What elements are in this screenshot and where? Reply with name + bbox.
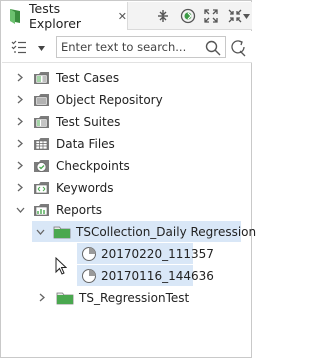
panel-header: Tests Explorer ✕ (2, 1, 252, 31)
tree-item-label: 20170116_144636 (101, 268, 214, 283)
collection-folder-icon (53, 224, 71, 240)
report-pie-icon (81, 246, 97, 262)
chevron-down-icon[interactable] (14, 204, 26, 216)
tree-item-label: Data Files (56, 136, 115, 151)
test-suites-folder-icon (32, 114, 50, 130)
tree-item-report-20170116-144636[interactable]: 20170116_144636 (77, 265, 214, 286)
tests-explorer-panel: Tests Explorer ✕ Enter text to search...… (0, 0, 256, 358)
tab-title: Tests Explorer (29, 1, 82, 31)
keywords-folder-icon (32, 180, 50, 196)
tree-item-object-repository[interactable]: Object Repository (14, 89, 163, 110)
object-repository-folder-icon (32, 92, 50, 108)
tree-item-label: Checkpoints (56, 158, 130, 173)
chevron-right-icon[interactable] (14, 116, 26, 128)
chevron-right-icon[interactable] (14, 94, 26, 106)
tree-item-checkpoints[interactable]: Checkpoints (14, 155, 130, 176)
reports-folder-icon (32, 202, 50, 218)
test-cases-folder-icon (32, 70, 50, 86)
suite-folder-icon (56, 290, 74, 306)
tree-item-label: Test Cases (56, 70, 120, 85)
tree-item-data-files[interactable]: Data Files (14, 133, 115, 154)
filter-list-icon[interactable] (10, 39, 28, 55)
search-input[interactable] (56, 36, 226, 58)
tree-item-label: Object Repository (56, 92, 163, 107)
search-toolbar (2, 31, 252, 63)
chevron-right-icon[interactable] (14, 72, 26, 84)
tree-item-label: 20170220_111357 (101, 246, 214, 261)
tree-item-label: Reports (56, 202, 103, 217)
data-files-folder-icon (32, 136, 50, 152)
tree-item-ts-regressiontest[interactable]: TS_RegressionTest (36, 287, 189, 308)
filter-dropdown-icon[interactable] (36, 44, 46, 52)
chevron-right-icon[interactable] (14, 182, 26, 194)
report-pie-icon (81, 268, 97, 284)
tests-explorer-tab[interactable]: Tests Explorer ✕ (2, 1, 128, 31)
tree-item-label: TSCollection_Daily Regression (76, 224, 257, 239)
tree-item-test-suites[interactable]: Test Suites (14, 111, 120, 132)
chevron-down-icon[interactable] (36, 226, 45, 238)
tree-item-label: Test Suites (56, 114, 121, 129)
tree-item-reports[interactable]: Reports (14, 199, 102, 220)
tree-item-label: TS_RegressionTest (79, 290, 190, 305)
checkpoints-folder-icon (32, 158, 50, 174)
expand-icon[interactable] (201, 6, 221, 26)
dropdown-arrow-icon[interactable] (240, 6, 252, 26)
advanced-search-icon[interactable] (228, 38, 248, 58)
link-with-editor-icon[interactable] (178, 6, 198, 26)
search-icon[interactable] (204, 39, 222, 57)
tests-explorer-icon (8, 8, 22, 24)
chevron-right-icon[interactable] (36, 292, 48, 304)
chevron-right-icon[interactable] (14, 160, 26, 172)
close-icon[interactable]: ✕ (118, 10, 127, 23)
tree-item-report-20170220-111357[interactable]: 20170220_111357 (77, 243, 214, 264)
tree-item-label: Keywords (56, 180, 114, 195)
chevron-right-icon[interactable] (14, 138, 26, 150)
mouse-pointer-icon (55, 256, 68, 278)
collapse-all-icon[interactable] (153, 6, 173, 26)
tree-item-tscollection-daily-regression[interactable]: TSCollection_Daily Regression (32, 221, 256, 242)
tree-item-keywords[interactable]: Keywords (14, 177, 114, 198)
tree-item-test-cases[interactable]: Test Cases (14, 67, 119, 88)
